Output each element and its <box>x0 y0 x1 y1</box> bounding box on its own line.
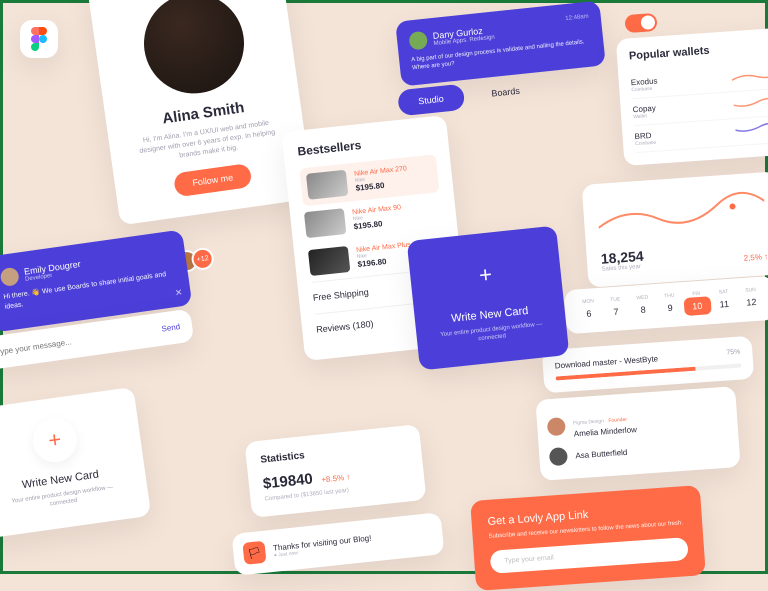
shoe-icon <box>308 246 350 276</box>
stats-pct: +8.5% ↑ <box>321 473 351 485</box>
cal-day[interactable]: 12 <box>737 292 765 312</box>
stats-card: Statistics $19840 +8.5% ↑ Compared to ($… <box>245 424 427 518</box>
cal-day[interactable]: 10 <box>683 296 711 316</box>
sparkline-icon <box>735 121 768 140</box>
shoe-icon <box>306 170 348 200</box>
cal-day[interactable]: 9 <box>656 298 684 318</box>
close-icon[interactable]: ✕ <box>174 287 183 299</box>
profile-card: Alina Smith Hi, I'm Alina. I'm a UX/UI w… <box>87 0 314 226</box>
figma-logo <box>20 20 58 58</box>
tab-boards[interactable]: Boards <box>470 76 541 109</box>
tab-studio[interactable]: Studio <box>397 84 465 117</box>
sales-pct: 2,5% ↑ <box>743 252 768 263</box>
bestsellers-title: Bestsellers <box>297 130 435 158</box>
avatar <box>408 31 428 51</box>
avatar <box>0 267 20 287</box>
plus-icon: + <box>461 251 509 299</box>
cal-day[interactable]: 6 <box>575 304 603 324</box>
thanks-toast: 🏳 Thanks for visiting our Blog! ● Just n… <box>231 512 444 576</box>
avatar <box>547 417 566 436</box>
follow-button[interactable]: Follow me <box>173 163 253 197</box>
message-input[interactable] <box>0 325 162 357</box>
gurloz-card: Dany Gurloz Mobile Apps. Redesign A big … <box>395 0 606 86</box>
sparkline-icon <box>733 94 768 113</box>
download-card: Download master - WestByte 75% <box>542 336 754 394</box>
cal-day[interactable]: 11 <box>710 294 738 314</box>
sales-chart <box>597 186 766 238</box>
write-new-card-light[interactable]: + Write New Card Your entire product des… <box>0 387 151 539</box>
people-card: Figma Design FounderAmelia Minderlow Asa… <box>535 386 740 481</box>
send-button[interactable]: Send <box>161 322 181 334</box>
flag-icon: 🏳 <box>242 541 266 565</box>
sparkline-icon <box>731 67 768 86</box>
wallets-card: Popular wallets ExodusCoinbase CopayWall… <box>616 27 768 166</box>
download-pct: 75% <box>726 349 740 357</box>
write-new-card-blue[interactable]: + Write New Card Your entire product des… <box>407 226 570 371</box>
profile-avatar <box>137 0 250 100</box>
cal-day[interactable]: 8 <box>629 300 657 320</box>
wallets-title: Popular wallets <box>629 40 768 63</box>
avatar <box>549 447 568 466</box>
email-input[interactable]: Type your email <box>490 537 689 574</box>
cal-day[interactable]: 7 <box>602 302 630 322</box>
plus-icon: + <box>30 415 80 465</box>
sales-card: 18,254 Sales this year 2,5% ↑ <box>582 171 768 287</box>
stats-title: Statistics <box>260 439 407 465</box>
stats-value: $19840 <box>262 470 314 492</box>
toggle-switch[interactable] <box>624 13 657 33</box>
lovly-card: Get a Lovly App Link Subscribe and recei… <box>470 485 706 591</box>
figma-icon <box>31 27 47 51</box>
shoe-icon <box>304 208 346 238</box>
